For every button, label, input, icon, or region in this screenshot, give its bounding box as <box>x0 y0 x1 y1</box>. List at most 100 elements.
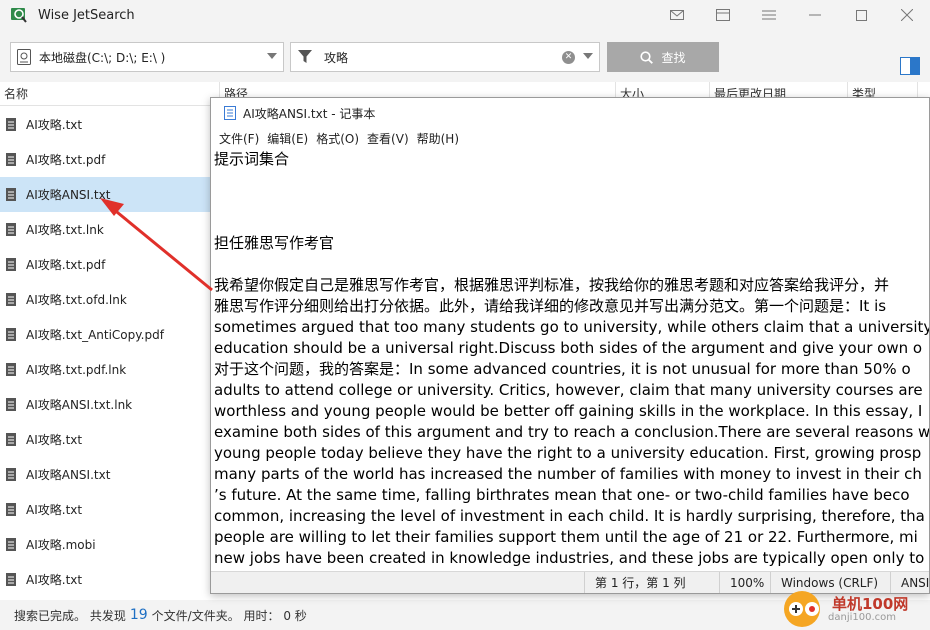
file-row[interactable]: AI攻略.txt_AntiCopy.pdf <box>0 317 210 352</box>
file-row[interactable]: AI攻略ANSI.txt.lnk <box>0 387 210 422</box>
text-line <box>214 254 929 275</box>
file-row[interactable]: AI攻略.txt.pdf.lnk <box>0 352 210 387</box>
file-row[interactable]: AI攻略.mobi <box>0 527 210 562</box>
maximize-icon[interactable] <box>838 0 884 30</box>
menu-format[interactable]: 格式(O) <box>316 130 359 147</box>
text-line: 我希望你假定自己是雅思写作考官，根据雅思评判标准，按我给你的雅思考题和对应答案给… <box>214 276 890 294</box>
drive-icon <box>17 49 31 65</box>
minimize-icon[interactable] <box>792 0 838 30</box>
text-line: 对于这个问题，我的答案是：In some advanced countries,… <box>214 360 911 378</box>
document-icon <box>6 503 16 516</box>
document-icon <box>6 398 16 411</box>
text-line <box>214 170 929 191</box>
file-name: AI攻略.mobi <box>26 538 96 552</box>
file-name: AI攻略ANSI.txt.lnk <box>26 398 133 412</box>
notepad-title: AI攻略ANSI.txt - 记事本 <box>243 106 376 121</box>
document-icon <box>6 573 16 586</box>
search-input-value: 攻略 <box>324 50 349 65</box>
file-name: AI攻略.txt <box>26 573 83 587</box>
search-button[interactable]: 查找 <box>607 42 719 72</box>
file-row[interactable]: AI攻略.txt.pdf <box>0 142 210 177</box>
layout-toggle-icon[interactable] <box>900 57 920 75</box>
menu-file[interactable]: 文件(F) <box>219 130 259 147</box>
file-name: AI攻略.txt_AntiCopy.pdf <box>26 328 164 342</box>
document-icon <box>6 223 16 236</box>
search-toolbar: 本地磁盘(C:\; D:\; E:\ ) 攻略 ✕ 查找 <box>0 30 930 82</box>
document-icon <box>6 468 16 481</box>
notepad-menubar: 文件(F) 编辑(E) 格式(O) 查看(V) 帮助(H) <box>211 128 929 148</box>
notepad-icon <box>224 106 236 120</box>
file-row[interactable]: AI攻略.txt <box>0 422 210 457</box>
file-row[interactable]: AI攻略.txt <box>0 562 210 597</box>
document-icon <box>6 433 16 446</box>
watermark-logo-icon <box>784 591 820 627</box>
document-icon <box>6 293 16 306</box>
file-row[interactable]: AI攻略ANSI.txt <box>0 457 210 492</box>
text-line: worthless and young people would be bett… <box>214 402 923 420</box>
text-line <box>214 212 929 233</box>
file-name: AI攻略.txt <box>26 118 83 132</box>
text-line: common, increasing the level of investme… <box>214 507 925 525</box>
text-line: ’s future. At the same time, falling bir… <box>214 486 910 504</box>
document-icon <box>6 538 16 551</box>
column-name[interactable]: 名称 <box>0 82 220 106</box>
app-title: Wise JetSearch <box>38 7 135 23</box>
text-line: many parts of the world has increased th… <box>214 465 922 483</box>
document-icon <box>6 153 16 166</box>
text-line: examine both sides of this argument and … <box>214 423 930 441</box>
app-logo-icon <box>11 8 27 23</box>
search-button-label: 查找 <box>661 50 686 65</box>
menu-icon[interactable] <box>746 0 792 30</box>
text-line: adults to attend college or university. … <box>214 381 923 399</box>
file-name: AI攻略ANSI.txt <box>26 468 111 482</box>
notepad-text-area[interactable]: 提示词集合担任雅思写作考官我希望你假定自己是雅思写作考官，根据雅思评判标准，按我… <box>211 149 930 573</box>
file-name: AI攻略.txt <box>26 433 83 447</box>
zoom-level: 100% <box>719 572 769 593</box>
text-line: 担任雅思写作考官 <box>214 234 335 252</box>
menu-edit[interactable]: 编辑(E) <box>267 130 308 147</box>
file-row[interactable]: AI攻略.txt <box>0 107 210 142</box>
chevron-down-icon[interactable] <box>583 53 593 59</box>
file-name: AI攻略.txt.pdf <box>26 153 106 167</box>
status-suffix: 个文件/文件夹。 用时： 0 秒 <box>151 608 307 623</box>
file-row[interactable]: AI攻略ANSI.txt <box>0 177 210 212</box>
text-line: new jobs have been created in knowledge … <box>214 549 925 567</box>
filter-icon[interactable] <box>298 50 312 64</box>
skin-icon[interactable] <box>700 0 746 30</box>
watermark-text: 单机100网 <box>832 594 909 613</box>
text-line: 提示词集合 <box>214 150 290 168</box>
cursor-position: 第 1 行，第 1 列 <box>584 572 714 593</box>
document-icon <box>6 258 16 271</box>
file-name: AI攻略.txt.ofd.lnk <box>26 293 127 307</box>
app-titlebar: Wise JetSearch <box>0 0 930 30</box>
chevron-down-icon[interactable] <box>267 53 277 59</box>
menu-help[interactable]: 帮助(H) <box>417 130 459 147</box>
document-icon <box>6 363 16 376</box>
file-row[interactable]: AI攻略.txt.ofd.lnk <box>0 282 210 317</box>
status-prefix: 搜索已完成。 共发现 <box>14 608 126 623</box>
file-name: AI攻略.txt.lnk <box>26 223 104 237</box>
result-file-list: AI攻略.txt AI攻略.txt.pdf AI攻略ANSI.txt AI攻略.txt… <box>0 107 210 597</box>
file-row[interactable]: AI攻略.txt.lnk <box>0 212 210 247</box>
watermark-url: danji100.com <box>828 611 896 623</box>
drive-select-value: 本地磁盘(C:\; D:\; E:\ ) <box>39 50 166 65</box>
close-icon[interactable] <box>884 0 930 30</box>
document-icon <box>6 188 16 201</box>
result-count: 19 <box>129 607 148 623</box>
feedback-mail-icon[interactable] <box>654 0 700 30</box>
text-line: people are willing to let their families… <box>214 528 918 546</box>
file-name: AI攻略.txt <box>26 503 83 517</box>
notepad-titlebar: AI攻略ANSI.txt - 记事本 <box>211 98 929 128</box>
clear-icon[interactable]: ✕ <box>562 51 575 64</box>
notepad-window[interactable]: AI攻略ANSI.txt - 记事本 文件(F) 编辑(E) 格式(O) 查看(… <box>210 97 930 594</box>
drive-select[interactable]: 本地磁盘(C:\; D:\; E:\ ) <box>10 42 284 72</box>
file-row[interactable]: AI攻略.txt <box>0 492 210 527</box>
text-line: education should be a universal right.Di… <box>214 339 923 357</box>
search-input[interactable]: 攻略 ✕ <box>290 42 600 72</box>
text-line: 雅思写作评分细则给出打分依据。此外，请给我详细的修改意见并写出满分范文。第一个问… <box>214 297 887 315</box>
file-name: AI攻略.txt.pdf <box>26 258 106 272</box>
search-icon <box>640 50 654 64</box>
menu-view[interactable]: 查看(V) <box>367 130 409 147</box>
file-row[interactable]: AI攻略.txt.pdf <box>0 247 210 282</box>
text-line: sometimes argued that too many students … <box>214 318 930 336</box>
